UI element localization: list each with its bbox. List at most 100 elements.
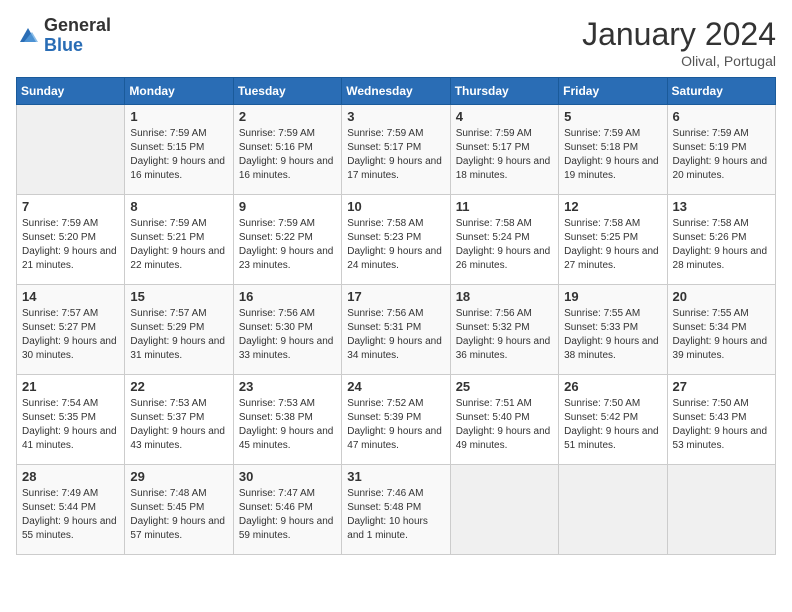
day-cell: 11 Sunrise: 7:58 AM Sunset: 5:24 PM Dayli…: [450, 195, 558, 285]
day-info: Sunrise: 7:57 AM Sunset: 5:27 PM Dayligh…: [22, 307, 119, 363]
day-info: Sunrise: 7:46 AM Sunset: 5:48 PM Dayligh…: [347, 487, 444, 543]
day-cell: 5 Sunrise: 7:59 AM Sunset: 5:18 PM Daylig…: [559, 105, 667, 195]
day-info: Sunrise: 7:59 AM Sunset: 5:15 PM Dayligh…: [130, 127, 227, 183]
month-title: January 2024: [582, 16, 776, 53]
day-cell: 4 Sunrise: 7:59 AM Sunset: 5:17 PM Daylig…: [450, 105, 558, 195]
day-info: Sunrise: 7:59 AM Sunset: 5:17 PM Dayligh…: [347, 127, 444, 183]
day-cell: 24Sunrise: 7:52 AM Sunset: 5:39 PM Dayli…: [342, 375, 450, 465]
day-cell: 20 Sunrise: 7:55 AM Sunset: 5:34 PM Dayli…: [667, 285, 775, 375]
day-cell: 21 Sunrise: 7:54 AM Sunset: 5:35 PM Dayli…: [17, 375, 125, 465]
day-info: Sunrise: 7:58 AM Sunset: 5:25 PM Dayligh…: [564, 217, 661, 273]
title-block: January 2024 Olival, Portugal: [582, 16, 776, 69]
day-info: Sunrise: 7:47 AM Sunset: 5:46 PM Dayligh…: [239, 487, 336, 543]
logo-text: General Blue: [44, 16, 111, 56]
day-cell: 2Sunrise: 7:59 AM Sunset: 5:16 PM Daylig…: [233, 105, 341, 195]
day-cell: 7Sunrise: 7:59 AM Sunset: 5:20 PM Daylig…: [17, 195, 125, 285]
day-number: 30: [239, 469, 336, 484]
day-info: Sunrise: 7:59 AM Sunset: 5:19 PM Dayligh…: [673, 127, 770, 183]
header-sunday: Sunday: [17, 78, 125, 105]
day-cell: 19 Sunrise: 7:55 AM Sunset: 5:33 PM Dayli…: [559, 285, 667, 375]
day-cell: [17, 105, 125, 195]
day-cell: 16 Sunrise: 7:56 AM Sunset: 5:30 PM Dayli…: [233, 285, 341, 375]
day-number: 22: [130, 379, 227, 394]
day-number: 25: [456, 379, 553, 394]
day-number: 15: [130, 289, 227, 304]
day-number: 11: [456, 199, 553, 214]
calendar-header: Sunday Monday Tuesday Wednesday Thursday…: [17, 78, 776, 105]
header-monday: Monday: [125, 78, 233, 105]
week-row-1: 1Sunrise: 7:59 AM Sunset: 5:15 PM Daylig…: [17, 105, 776, 195]
day-cell: 31 Sunrise: 7:46 AM Sunset: 5:48 PM Dayli…: [342, 465, 450, 555]
logo-general: General: [44, 16, 111, 36]
day-cell: 26 Sunrise: 7:50 AM Sunset: 5:42 PM Dayli…: [559, 375, 667, 465]
day-info: Sunrise: 7:59 AM Sunset: 5:17 PM Dayligh…: [456, 127, 553, 183]
day-info: Sunrise: 7:55 AM Sunset: 5:33 PM Dayligh…: [564, 307, 661, 363]
day-cell: 8Sunrise: 7:59 AM Sunset: 5:21 PM Daylig…: [125, 195, 233, 285]
day-number: 3: [347, 109, 444, 124]
day-number: 10: [347, 199, 444, 214]
header-thursday: Thursday: [450, 78, 558, 105]
day-info: Sunrise: 7:56 AM Sunset: 5:32 PM Dayligh…: [456, 307, 553, 363]
day-cell: 10 Sunrise: 7:58 AM Sunset: 5:23 PM Dayli…: [342, 195, 450, 285]
day-cell: 23 Sunrise: 7:53 AM Sunset: 5:38 PM Dayli…: [233, 375, 341, 465]
day-cell: [667, 465, 775, 555]
header-wednesday: Wednesday: [342, 78, 450, 105]
day-number: 4: [456, 109, 553, 124]
day-number: 23: [239, 379, 336, 394]
day-cell: 22Sunrise: 7:53 AM Sunset: 5:37 PM Dayli…: [125, 375, 233, 465]
day-cell: 30 Sunrise: 7:47 AM Sunset: 5:46 PM Dayli…: [233, 465, 341, 555]
day-number: 20: [673, 289, 770, 304]
week-row-4: 21 Sunrise: 7:54 AM Sunset: 5:35 PM Dayli…: [17, 375, 776, 465]
header-saturday: Saturday: [667, 78, 775, 105]
day-number: 31: [347, 469, 444, 484]
day-number: 8: [130, 199, 227, 214]
day-number: 14: [22, 289, 119, 304]
day-number: 16: [239, 289, 336, 304]
day-info: Sunrise: 7:59 AM Sunset: 5:22 PM Dayligh…: [239, 217, 336, 273]
day-number: 26: [564, 379, 661, 394]
day-cell: 1Sunrise: 7:59 AM Sunset: 5:15 PM Daylig…: [125, 105, 233, 195]
day-info: Sunrise: 7:50 AM Sunset: 5:42 PM Dayligh…: [564, 397, 661, 453]
day-info: Sunrise: 7:53 AM Sunset: 5:38 PM Dayligh…: [239, 397, 336, 453]
day-number: 17: [347, 289, 444, 304]
day-cell: [559, 465, 667, 555]
day-cell: [450, 465, 558, 555]
day-info: Sunrise: 7:59 AM Sunset: 5:18 PM Dayligh…: [564, 127, 661, 183]
day-cell: 27Sunrise: 7:50 AM Sunset: 5:43 PM Dayli…: [667, 375, 775, 465]
day-cell: 28Sunrise: 7:49 AM Sunset: 5:44 PM Dayli…: [17, 465, 125, 555]
day-info: Sunrise: 7:58 AM Sunset: 5:24 PM Dayligh…: [456, 217, 553, 273]
day-info: Sunrise: 7:58 AM Sunset: 5:23 PM Dayligh…: [347, 217, 444, 273]
logo-icon: [16, 24, 40, 48]
day-number: 28: [22, 469, 119, 484]
day-cell: 18Sunrise: 7:56 AM Sunset: 5:32 PM Dayli…: [450, 285, 558, 375]
day-number: 5: [564, 109, 661, 124]
calendar-table: Sunday Monday Tuesday Wednesday Thursday…: [16, 77, 776, 555]
day-number: 6: [673, 109, 770, 124]
day-number: 2: [239, 109, 336, 124]
day-number: 19: [564, 289, 661, 304]
day-info: Sunrise: 7:57 AM Sunset: 5:29 PM Dayligh…: [130, 307, 227, 363]
day-cell: 15 Sunrise: 7:57 AM Sunset: 5:29 PM Dayli…: [125, 285, 233, 375]
week-row-2: 7Sunrise: 7:59 AM Sunset: 5:20 PM Daylig…: [17, 195, 776, 285]
day-cell: 6 Sunrise: 7:59 AM Sunset: 5:19 PM Daylig…: [667, 105, 775, 195]
page-header: General Blue January 2024 Olival, Portug…: [16, 16, 776, 69]
header-row: Sunday Monday Tuesday Wednesday Thursday…: [17, 78, 776, 105]
day-info: Sunrise: 7:54 AM Sunset: 5:35 PM Dayligh…: [22, 397, 119, 453]
location: Olival, Portugal: [582, 53, 776, 69]
day-number: 29: [130, 469, 227, 484]
day-info: Sunrise: 7:50 AM Sunset: 5:43 PM Dayligh…: [673, 397, 770, 453]
day-cell: 17Sunrise: 7:56 AM Sunset: 5:31 PM Dayli…: [342, 285, 450, 375]
day-info: Sunrise: 7:55 AM Sunset: 5:34 PM Dayligh…: [673, 307, 770, 363]
day-cell: 13Sunrise: 7:58 AM Sunset: 5:26 PM Dayli…: [667, 195, 775, 285]
day-info: Sunrise: 7:48 AM Sunset: 5:45 PM Dayligh…: [130, 487, 227, 543]
day-number: 12: [564, 199, 661, 214]
day-number: 7: [22, 199, 119, 214]
day-cell: 29 Sunrise: 7:48 AM Sunset: 5:45 PM Dayli…: [125, 465, 233, 555]
logo: General Blue: [16, 16, 111, 56]
day-cell: 25 Sunrise: 7:51 AM Sunset: 5:40 PM Dayli…: [450, 375, 558, 465]
day-info: Sunrise: 7:56 AM Sunset: 5:30 PM Dayligh…: [239, 307, 336, 363]
day-info: Sunrise: 7:51 AM Sunset: 5:40 PM Dayligh…: [456, 397, 553, 453]
day-cell: 3 Sunrise: 7:59 AM Sunset: 5:17 PM Daylig…: [342, 105, 450, 195]
day-info: Sunrise: 7:52 AM Sunset: 5:39 PM Dayligh…: [347, 397, 444, 453]
day-number: 21: [22, 379, 119, 394]
